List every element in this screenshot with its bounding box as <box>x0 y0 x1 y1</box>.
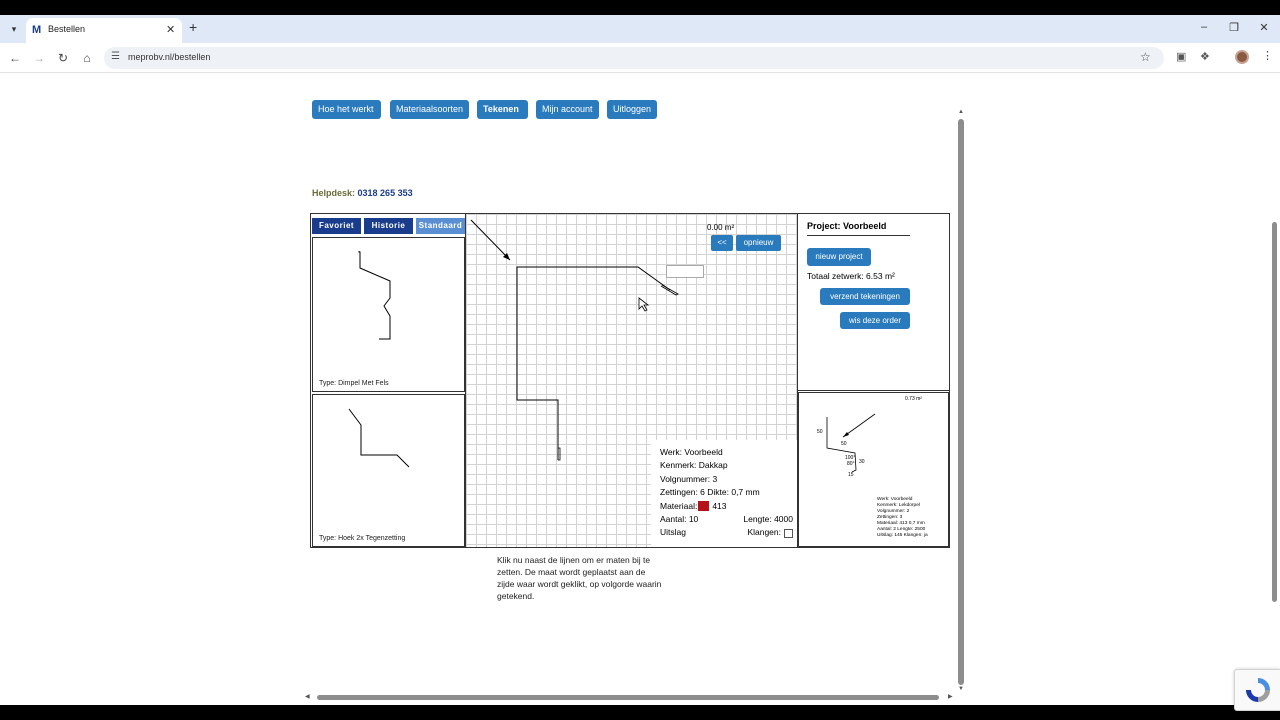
materiaal-label: Materiaal: <box>660 500 698 511</box>
uitslag-link[interactable]: Uitslag <box>660 527 686 537</box>
profile-avatar[interactable] <box>1235 50 1249 64</box>
recaptcha-badge[interactable] <box>1234 669 1280 711</box>
scroll-down-icon[interactable]: ▼ <box>958 686 964 692</box>
site-favicon-icon: M <box>32 24 42 36</box>
reload-icon[interactable]: ↻ <box>55 50 71 66</box>
thumbnail-info: Werk: Voorbeeld Kenmerk: Lekdorpel Volgn… <box>877 497 928 539</box>
thumb-dim: 80° <box>847 461 855 467</box>
browser-tab[interactable]: M Bestellen ✕ <box>26 18 182 43</box>
info-volgnummer: Volgnummer: 3 <box>660 473 718 484</box>
project-box: Project: Voorbeeld nieuw project Totaal … <box>798 214 949 391</box>
instruction-text: Klik nu naast de lijnen om er maten bij … <box>497 555 662 601</box>
new-tab-plus-icon[interactable]: + <box>189 19 197 35</box>
cast-icon[interactable]: ▣ <box>1176 50 1186 63</box>
preset-shape-drawing <box>358 251 391 340</box>
restore-icon[interactable]: ❐ <box>1226 21 1242 34</box>
nav-hoe-het-werkt[interactable]: Hoe het werkt <box>312 100 381 119</box>
nav-uitloggen[interactable]: Uitloggen <box>607 100 657 119</box>
project-title: Project: Voorbeeld <box>807 221 887 231</box>
klangen-checkbox[interactable] <box>784 528 793 538</box>
nav-mijn-account[interactable]: Mijn account <box>536 100 599 119</box>
klangen-field: Klangen: <box>747 526 793 539</box>
scroll-right-icon[interactable]: ▶ <box>948 693 953 700</box>
drawing-info-box: Werk: Voorbeeld Kenmerk: Dakkap Volgnumm… <box>651 440 797 547</box>
clear-order-button[interactable]: wis deze order <box>840 312 910 329</box>
url-text: meprobv.nl/bestellen <box>128 52 211 62</box>
preset-dimpel-met-fels[interactable]: Type: Dimpel Met Fels <box>312 237 465 392</box>
tab-title: Bestellen <box>48 24 86 34</box>
inner-vertical-scrollbar[interactable]: ▲ ▼ <box>957 109 965 693</box>
shape-library-panel: Favoriet Historie Standaard Type: Dimpel… <box>311 214 466 547</box>
helpdesk-phone[interactable]: 0318 265 353 <box>358 188 413 198</box>
window-close-icon[interactable]: ✕ <box>1256 21 1272 34</box>
preset-hoek-2x-tegenzetting[interactable]: Type: Hoek 2x Tegenzetting <box>312 394 465 547</box>
helpdesk-line: Helpdesk: 0318 265 353 <box>312 188 413 198</box>
preset-label: Type: Dimpel Met Fels <box>319 380 389 387</box>
address-toolbar: ← → ↻ ⌂ ☰ meprobv.nl/bestellen ☆ ▣ ❖ ⋮ <box>0 43 1280 73</box>
total-area-text: Totaal zetwerk: 6.53 m² <box>807 271 895 281</box>
info-lengte: Lengte: 4000 <box>743 513 793 524</box>
thumb-dim: 30 <box>859 459 865 465</box>
page-scrollbar-thumb[interactable] <box>1272 222 1277 602</box>
area-readout: 0.00 m² <box>707 223 735 232</box>
material-color-swatch[interactable] <box>698 501 710 512</box>
info-materiaal: Materiaal: 413 <box>660 500 797 513</box>
tab-close-icon[interactable]: ✕ <box>166 23 175 36</box>
thumb-dim: 50 <box>841 441 847 447</box>
site-info-icon[interactable]: ☰ <box>111 51 120 62</box>
preset-label: Type: Hoek 2x Tegenzetting <box>319 535 406 542</box>
order-thumbnail[interactable]: 0.73 m² 50 50 100° 80° 30 15 Werk: Voorb… <box>798 392 949 547</box>
divider <box>807 235 910 236</box>
library-tabs: Favoriet Historie Standaard <box>312 218 465 234</box>
preset-shape-drawing <box>348 408 410 468</box>
forward-arrow-icon[interactable]: → <box>31 50 47 66</box>
helpdesk-label: Helpdesk: <box>312 188 356 198</box>
nav-tekenen[interactable]: Tekenen <box>477 100 528 119</box>
tab-standaard[interactable]: Standaard <box>416 218 465 234</box>
reset-button[interactable]: opnieuw <box>736 235 781 251</box>
send-drawings-button[interactable]: verzend tekeningen <box>820 288 910 305</box>
klangen-label: Klangen: <box>747 527 781 538</box>
thumb-dim: 15 <box>848 472 854 478</box>
tab-strip: ▾ M Bestellen ✕ + – ❐ ✕ <box>0 15 1280 43</box>
project-panel: Project: Voorbeeld nieuw project Totaal … <box>798 214 949 547</box>
back-arrow-icon[interactable]: ← <box>7 50 23 66</box>
address-bar[interactable]: ☰ meprobv.nl/bestellen ☆ <box>104 47 1164 69</box>
info-aantal-row: Aantal: 10 Lengte: 4000 <box>660 513 797 526</box>
tab-list-chevron-icon[interactable]: ▾ <box>6 21 22 37</box>
dimension-input[interactable] <box>666 265 704 278</box>
drawing-app: Favoriet Historie Standaard Type: Dimpel… <box>310 213 950 548</box>
info-uitslag-row: Uitslag Klangen: <box>660 526 797 539</box>
thumbnail-drawing: 50 50 100° 80° 30 15 <box>817 413 876 478</box>
drawing-canvas[interactable]: 0.00 m² << opnieuw Werk: Voorbeeld Kenme… <box>466 214 798 547</box>
scroll-left-icon[interactable]: ◀ <box>305 693 310 700</box>
scrollbar-thumb[interactable] <box>317 695 939 700</box>
inner-horizontal-scrollbar[interactable]: ◀ ▶ <box>305 693 955 701</box>
page-viewport: Hoe het werkt Materiaalsoorten Tekenen M… <box>0 74 1280 711</box>
home-icon[interactable]: ⌂ <box>79 50 95 66</box>
browser-menu-icon[interactable]: ⋮ <box>1262 49 1273 62</box>
nav-materiaalsoorten[interactable]: Materiaalsoorten <box>390 100 469 119</box>
info-zettingen: Zettingen: 6 Dikte: 0,7 mm <box>660 487 760 498</box>
info-werk: Werk: Voorbeeld <box>660 447 723 457</box>
tab-historie[interactable]: Historie <box>364 218 413 234</box>
minimize-icon[interactable]: – <box>1196 21 1212 33</box>
info-aantal: Aantal: 10 <box>660 513 699 524</box>
info-kenmerk: Kenmerk: Dakkap <box>660 460 728 471</box>
new-project-button[interactable]: nieuw project <box>807 248 871 266</box>
scrollbar-thumb[interactable] <box>958 119 964 685</box>
scroll-up-icon[interactable]: ▲ <box>958 109 964 115</box>
browser-window: ▾ M Bestellen ✕ + – ❐ ✕ ← → ↻ ⌂ ☰ meprob… <box>0 15 1280 711</box>
thumb-dim: 50 <box>817 429 823 435</box>
extensions-puzzle-icon[interactable]: ❖ <box>1200 50 1210 63</box>
bookmark-star-icon[interactable]: ☆ <box>1140 50 1151 64</box>
tab-favoriet[interactable]: Favoriet <box>312 218 361 234</box>
thumb-info-line: Uitslag: 145 Klangen: ja <box>877 533 928 538</box>
recaptcha-icon <box>1246 678 1270 702</box>
undo-button[interactable]: << <box>711 235 733 251</box>
materiaal-code: 413 <box>712 500 727 511</box>
